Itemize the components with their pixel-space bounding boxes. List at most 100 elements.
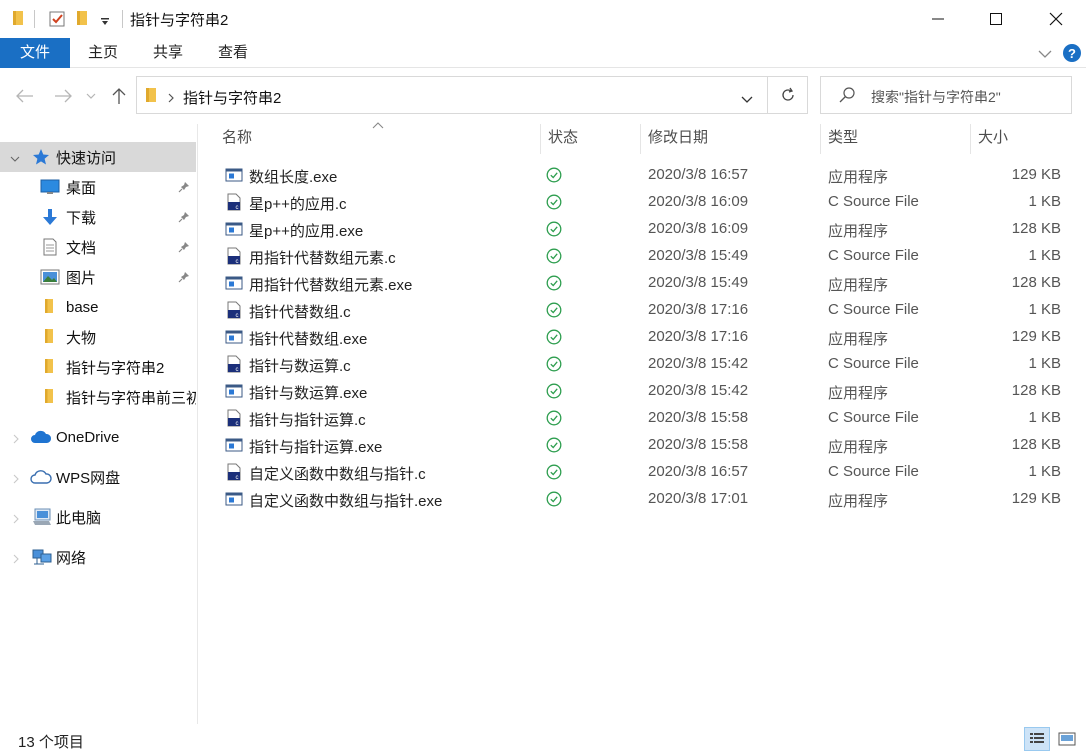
sync-ok-icon	[546, 410, 562, 430]
file-row[interactable]: 自定义函数中数组与指针.exe 2020/3/8 17:01 应用程序 129 KB	[218, 486, 1068, 513]
details-view-button[interactable]	[1024, 727, 1050, 751]
file-name[interactable]: 指针与指针运算.exe	[249, 436, 382, 457]
folder-icon	[44, 358, 54, 374]
minimize-button[interactable]	[908, 0, 968, 38]
file-name[interactable]: 自定义函数中数组与指针.exe	[249, 490, 442, 511]
customize-quick-access-icon[interactable]	[100, 14, 110, 32]
sidebar-item-documents[interactable]: 文档	[0, 232, 196, 262]
chevron-down-icon[interactable]	[10, 151, 20, 168]
file-row[interactable]: c 指针与数运算.c 2020/3/8 15:42 C Source File 1 KB	[218, 351, 1068, 378]
recent-locations-button[interactable]	[84, 86, 98, 106]
tab-view[interactable]: 查看	[200, 38, 266, 68]
sidebar-item-label: 网络	[56, 549, 87, 567]
sidebar-item-pointers-strings-2[interactable]: 指针与字符串2	[0, 352, 196, 382]
new-folder-icon[interactable]	[76, 10, 88, 28]
sync-ok-icon	[546, 275, 562, 295]
file-name[interactable]: 指针与数运算.c	[249, 355, 351, 376]
sidebar-item-this-pc[interactable]: 此电脑	[0, 502, 196, 532]
wps-cloud-icon	[30, 469, 52, 485]
pin-icon[interactable]	[178, 180, 190, 197]
tab-file[interactable]: 文件	[0, 38, 70, 68]
tab-share[interactable]: 共享	[136, 38, 200, 68]
pin-icon[interactable]	[178, 210, 190, 227]
sidebar-item-base[interactable]: base	[0, 292, 196, 322]
chevron-right-icon[interactable]	[12, 431, 20, 448]
column-divider[interactable]	[970, 124, 971, 154]
file-name[interactable]: 数组长度.exe	[249, 166, 337, 187]
file-size: 1 KB	[1028, 193, 1061, 210]
breadcrumb-current[interactable]: 指针与字符串2	[183, 87, 281, 108]
properties-icon[interactable]	[48, 10, 66, 28]
address-dropdown-icon[interactable]	[741, 91, 753, 107]
sidebar-item-label: OneDrive	[56, 428, 120, 446]
column-header-type[interactable]: 类型	[828, 124, 858, 152]
sidebar-item-network[interactable]: 网络	[0, 542, 196, 572]
sync-ok-icon	[546, 221, 562, 241]
up-button[interactable]	[108, 86, 130, 106]
file-row[interactable]: c 用指针代替数组元素.c 2020/3/8 15:49 C Source File 1…	[218, 243, 1068, 270]
file-date-modified: 2020/3/8 15:49	[648, 274, 749, 291]
file-name[interactable]: 星p++的应用.c	[249, 193, 347, 214]
help-icon[interactable]: ?	[1062, 43, 1082, 66]
file-date-modified: 2020/3/8 15:49	[648, 247, 749, 264]
sync-ok-icon	[546, 464, 562, 484]
c-source-file-icon: c	[225, 463, 243, 481]
tab-home[interactable]: 主页	[70, 38, 136, 68]
sidebar-item-pointers-strings-first-three[interactable]: 指针与字符串前三初	[0, 382, 196, 412]
column-header-status[interactable]: 状态	[548, 124, 578, 152]
file-row[interactable]: 指针与数运算.exe 2020/3/8 15:42 应用程序 128 KB	[218, 378, 1068, 405]
address-bar[interactable]: 指针与字符串2	[136, 76, 768, 114]
column-header-date-modified[interactable]: 修改日期	[648, 124, 708, 152]
file-name[interactable]: 星p++的应用.exe	[249, 220, 363, 241]
back-button[interactable]	[14, 86, 36, 106]
search-box[interactable]: 搜索"指针与字符串2"	[820, 76, 1072, 114]
chevron-right-icon[interactable]	[12, 511, 20, 528]
forward-button[interactable]	[52, 86, 74, 106]
large-icons-view-button[interactable]	[1054, 727, 1080, 751]
sidebar-item-quick-access[interactable]: 快速访问	[0, 142, 196, 172]
file-row[interactable]: 数组长度.exe 2020/3/8 16:57 应用程序 129 KB	[218, 162, 1068, 189]
file-row[interactable]: 用指针代替数组元素.exe 2020/3/8 15:49 应用程序 128 KB	[218, 270, 1068, 297]
file-name[interactable]: 指针代替数组.c	[249, 301, 351, 322]
sidebar-item-dawu[interactable]: 大物	[0, 322, 196, 352]
sidebar-item-wps-cloud[interactable]: WPS网盘	[0, 462, 196, 492]
sidebar-item-downloads[interactable]: 下载	[0, 202, 196, 232]
file-row[interactable]: c 指针代替数组.c 2020/3/8 17:16 C Source File 1 KB	[218, 297, 1068, 324]
file-row[interactable]: c 星p++的应用.c 2020/3/8 16:09 C Source File 1 K…	[218, 189, 1068, 216]
item-count: 13 个项目	[18, 734, 84, 751]
folder-icon	[12, 10, 24, 28]
file-row[interactable]: c 指针与指针运算.c 2020/3/8 15:58 C Source File 1 K…	[218, 405, 1068, 432]
sidebar-item-onedrive[interactable]: OneDrive	[0, 422, 196, 452]
file-date-modified: 2020/3/8 17:16	[648, 301, 749, 318]
sidebar-item-pictures[interactable]: 图片	[0, 262, 196, 292]
file-row[interactable]: c 自定义函数中数组与指针.c 2020/3/8 16:57 C Source Fil…	[218, 459, 1068, 486]
file-name[interactable]: 指针代替数组.exe	[249, 328, 367, 349]
pin-icon[interactable]	[178, 270, 190, 287]
refresh-button[interactable]	[768, 76, 808, 114]
file-row[interactable]: 指针与指针运算.exe 2020/3/8 15:58 应用程序 128 KB	[218, 432, 1068, 459]
column-divider[interactable]	[540, 124, 541, 154]
file-name[interactable]: 指针与指针运算.c	[249, 409, 366, 430]
chevron-right-icon[interactable]	[12, 551, 20, 568]
file-row[interactable]: 指针代替数组.exe 2020/3/8 17:16 应用程序 129 KB	[218, 324, 1068, 351]
folder-icon	[44, 328, 54, 344]
file-size: 128 KB	[1011, 436, 1061, 453]
file-row[interactable]: 星p++的应用.exe 2020/3/8 16:09 应用程序 128 KB	[218, 216, 1068, 243]
close-button[interactable]	[1026, 0, 1086, 38]
column-header-name[interactable]: 名称	[222, 124, 252, 152]
c-source-file-icon: c	[225, 247, 243, 265]
expand-ribbon-icon[interactable]	[1038, 46, 1052, 62]
file-name[interactable]: 指针与数运算.exe	[249, 382, 367, 403]
file-name[interactable]: 自定义函数中数组与指针.c	[249, 463, 426, 484]
chevron-right-icon[interactable]	[12, 471, 20, 488]
file-name[interactable]: 用指针代替数组元素.c	[249, 247, 396, 268]
sidebar-item-desktop[interactable]: 桌面	[0, 172, 196, 202]
pin-icon[interactable]	[178, 240, 190, 257]
file-name[interactable]: 用指针代替数组元素.exe	[249, 274, 412, 295]
application-icon	[225, 328, 243, 346]
maximize-button[interactable]	[966, 0, 1026, 38]
column-header-size[interactable]: 大小	[978, 124, 1008, 152]
breadcrumb-chevron-icon[interactable]	[167, 90, 175, 106]
column-divider[interactable]	[640, 124, 641, 154]
column-divider[interactable]	[820, 124, 821, 154]
